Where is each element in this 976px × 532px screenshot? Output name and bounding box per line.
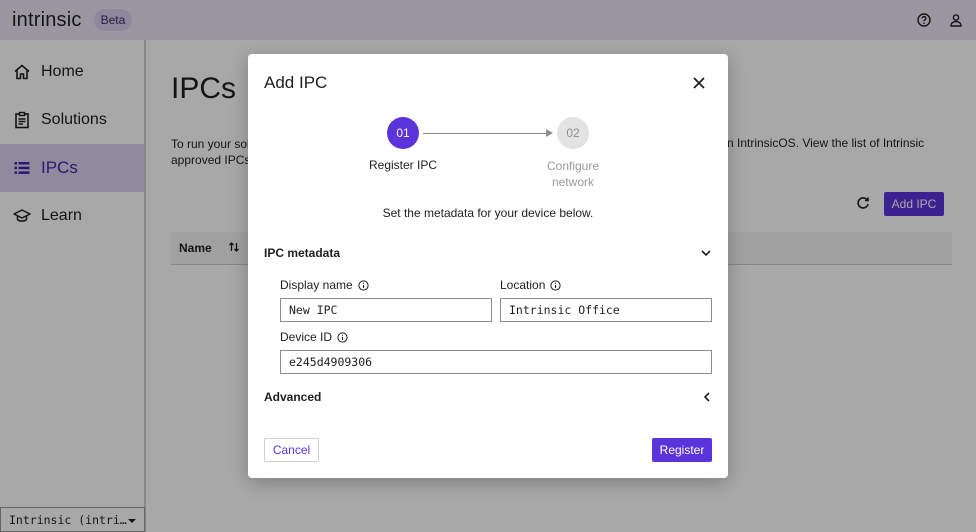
display-name-label: Display name xyxy=(280,278,369,292)
info-icon[interactable] xyxy=(337,331,348,343)
device-id-input[interactable] xyxy=(280,350,712,374)
arrow-right-icon xyxy=(546,129,553,137)
info-icon[interactable] xyxy=(550,279,561,291)
step-label-line: Configure xyxy=(546,159,600,173)
field-label-text: Location xyxy=(500,278,546,292)
chevron-left-icon xyxy=(700,391,712,403)
dialog-title: Add IPC xyxy=(264,73,328,92)
add-ipc-dialog: Add IPC 01 02 Register IPC Configure net… xyxy=(248,54,728,478)
field-label-text: Display name xyxy=(280,278,353,292)
info-icon[interactable] xyxy=(358,279,369,291)
field-label-text: Device ID xyxy=(280,330,333,344)
step-indicator-1: 01 xyxy=(387,117,419,149)
step-label-register: Register IPC xyxy=(368,158,438,172)
location-input[interactable] xyxy=(500,298,712,322)
close-icon[interactable] xyxy=(690,74,708,92)
chevron-down-icon xyxy=(700,247,712,259)
location-label: Location xyxy=(500,278,561,292)
section-title: Advanced xyxy=(264,390,322,404)
step-indicator-2: 02 xyxy=(557,117,589,149)
section-title: IPC metadata xyxy=(264,246,341,260)
display-name-input[interactable] xyxy=(280,298,492,322)
step-label-configure: Configure network xyxy=(533,158,613,190)
step-connector xyxy=(423,133,549,134)
device-id-label: Device ID xyxy=(280,330,348,344)
register-button[interactable]: Register xyxy=(652,438,712,462)
step-label-line: network xyxy=(551,175,595,189)
advanced-section-toggle[interactable]: Advanced xyxy=(264,388,712,406)
ipc-metadata-section-toggle[interactable]: IPC metadata xyxy=(264,244,712,262)
dialog-subtitle: Set the metadata for your device below. xyxy=(382,206,594,220)
cancel-button[interactable]: Cancel xyxy=(264,438,319,462)
